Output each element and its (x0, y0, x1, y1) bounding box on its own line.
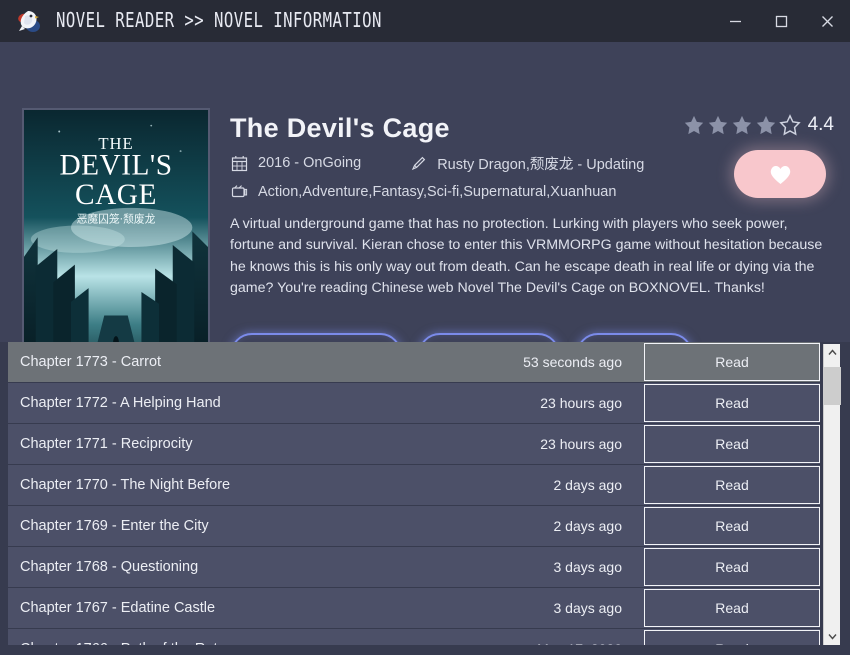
chapter-list[interactable]: Chapter 1773 - Carrot 53 seconds ago Rea… (8, 342, 820, 645)
chevron-down-icon[interactable] (824, 628, 840, 645)
star-filled-icon-2 (707, 114, 729, 136)
table-row[interactable]: Chapter 1769 - Enter the City 2 days ago… (8, 506, 820, 546)
star-filled-icon-1 (683, 114, 705, 136)
chapter-time: 53 seconds ago (523, 354, 644, 370)
bird-logo-icon (12, 4, 46, 38)
calendar-icon (230, 154, 249, 173)
chapter-time: 2 days ago (554, 477, 645, 493)
minimize-icon[interactable] (712, 0, 758, 42)
close-icon[interactable] (804, 0, 850, 42)
window-controls (712, 0, 850, 42)
svg-text:恶魔囚笼·颓废龙: 恶魔囚笼·颓废龙 (77, 213, 156, 226)
chapter-time: 23 hours ago (540, 436, 644, 452)
heart-icon (768, 163, 793, 186)
pencil-icon (409, 154, 428, 173)
title-bar: NOVEL READER >> NOVEL INFORMATION (0, 0, 850, 42)
chapter-time: 3 days ago (554, 600, 645, 616)
table-row[interactable]: Chapter 1772 - A Helping Hand 23 hours a… (8, 383, 820, 423)
chapter-title: Chapter 1773 - Carrot (8, 354, 523, 370)
novel-info-panel: THE DEVIL'S CAGE 恶魔囚笼·颓废龙 RUSTY DRAGON T… (0, 42, 850, 340)
star-filled-icon-4 (755, 114, 777, 136)
chapter-title: Chapter 1766 - Path of the Rat (8, 641, 537, 645)
table-row[interactable]: Chapter 1773 - Carrot 53 seconds ago Rea… (8, 342, 820, 382)
chevron-up-icon[interactable] (824, 344, 840, 361)
chapter-list-scrollbar[interactable] (823, 344, 840, 645)
star-empty-icon-5 (779, 114, 801, 136)
novel-genres: Action,Adventure,Fantasy,Sci-fi,Supernat… (258, 184, 616, 200)
table-row[interactable]: Chapter 1766 - Path of the Rat May 17, 2… (8, 629, 820, 645)
chapter-time: May 17, 2020 (537, 641, 644, 645)
favorite-button[interactable] (734, 150, 826, 198)
read-button[interactable]: Read (644, 425, 820, 463)
table-row[interactable]: Chapter 1770 - The Night Before 2 days a… (8, 465, 820, 505)
read-button[interactable]: Read (644, 548, 820, 586)
novel-description: A virtual underground game that has no p… (230, 214, 832, 300)
chapter-time: 3 days ago (554, 559, 645, 575)
chapter-time: 2 days ago (554, 518, 645, 534)
svg-text:CAGE: CAGE (75, 179, 157, 211)
novel-author: Rusty Dragon,颓废龙 - Updating (437, 153, 644, 174)
read-button[interactable]: Read (644, 384, 820, 422)
read-button[interactable]: Read (644, 630, 820, 645)
table-row[interactable]: Chapter 1767 - Edatine Castle 3 days ago… (8, 588, 820, 628)
chapter-time: 23 hours ago (540, 395, 644, 411)
read-button[interactable]: Read (644, 466, 820, 504)
monitor-icon (230, 183, 249, 202)
rating-stars: 4.4 (683, 114, 834, 136)
svg-text:DEVIL'S: DEVIL'S (59, 150, 172, 182)
chapter-title: Chapter 1770 - The Night Before (8, 477, 554, 493)
novel-details: The Devil's Cage 2016 - OnGoing (230, 114, 834, 300)
rating-value: 4.4 (808, 114, 834, 136)
table-row[interactable]: Chapter 1771 - Reciprocity 23 hours ago … (8, 424, 820, 464)
read-button[interactable]: Read (644, 343, 820, 381)
novel-year-status: 2016 - OnGoing (258, 155, 361, 171)
read-button[interactable]: Read (644, 589, 820, 627)
chapter-list-region: Chapter 1773 - Carrot 53 seconds ago Rea… (0, 342, 850, 655)
chapter-title: Chapter 1772 - A Helping Hand (8, 395, 540, 411)
novel-cover-image: THE DEVIL'S CAGE 恶魔囚笼·颓废龙 RUSTY DRAGON (22, 108, 210, 382)
chapter-title: Chapter 1769 - Enter the City (8, 518, 554, 534)
chapter-title: Chapter 1768 - Questioning (8, 559, 554, 575)
scrollbar-track[interactable] (824, 361, 840, 628)
table-row[interactable]: Chapter 1768 - Questioning 3 days ago Re… (8, 547, 820, 587)
maximize-icon[interactable] (758, 0, 804, 42)
chapter-title: Chapter 1767 - Edatine Castle (8, 600, 554, 616)
window-title: NOVEL READER >> NOVEL INFORMATION (56, 9, 382, 33)
read-button[interactable]: Read (644, 507, 820, 545)
star-filled-icon-3 (731, 114, 753, 136)
chapter-title: Chapter 1771 - Reciprocity (8, 436, 540, 452)
scrollbar-thumb[interactable] (824, 367, 841, 405)
